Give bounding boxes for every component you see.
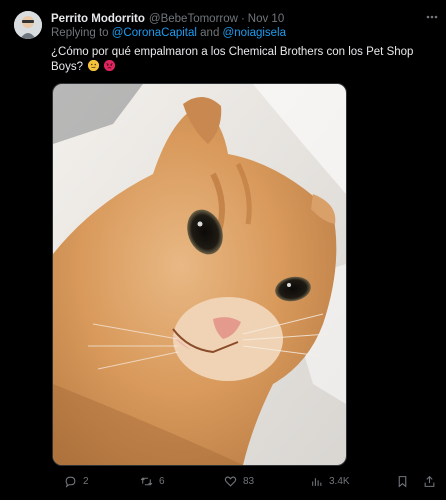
reply-icon — [65, 476, 76, 488]
views-count: 3.4K — [329, 475, 350, 487]
user-handle[interactable]: @BebeTomorrow — [149, 11, 238, 27]
mention-noiagisela[interactable]: @noiagisela — [223, 27, 286, 39]
share-icon — [424, 475, 435, 487]
tweet: Perrito Modorrito @BebeTomorrow · Nov 10… — [0, 0, 446, 500]
tweet-header: Perrito Modorrito @BebeTomorrow · Nov 10 — [51, 10, 436, 28]
avatar[interactable] — [14, 11, 42, 39]
views-button[interactable]: 3.4K — [310, 472, 350, 490]
replying-to-and: and — [200, 27, 220, 39]
views-chart-icon — [312, 477, 322, 486]
angry-face-icon — [104, 60, 116, 71]
share-button[interactable] — [423, 472, 436, 490]
action-bar: 2 6 83 3.4K — [52, 472, 435, 490]
display-name[interactable]: Perrito Modorrito — [51, 11, 145, 27]
like-count: 83 — [243, 475, 255, 487]
mention-coronacapital[interactable]: @CoronaCapital — [112, 27, 197, 39]
retweet-button[interactable]: 6 — [140, 472, 165, 490]
thinking-face-icon — [88, 60, 100, 71]
bookmark-button[interactable] — [396, 472, 409, 490]
replying-to: Replying to @CoronaCapital and @noiagise… — [51, 27, 286, 39]
tweet-photo[interactable] — [52, 83, 347, 466]
separator-dot: · — [240, 13, 245, 25]
bookmark-icon — [398, 475, 407, 488]
heart-icon — [224, 476, 237, 487]
reply-button[interactable]: 2 — [64, 472, 89, 490]
retweet-icon — [140, 476, 153, 486]
more-options-icon[interactable] — [426, 10, 438, 24]
like-button[interactable]: 83 — [224, 472, 254, 490]
tweet-text: ¿Cómo por qué empalmaron a los Chemical … — [51, 45, 431, 75]
reply-count: 2 — [83, 475, 89, 487]
retweet-count: 6 — [159, 475, 165, 487]
tweet-date[interactable]: Nov 10 — [248, 11, 284, 27]
replying-to-label: Replying to — [51, 27, 109, 39]
cat-photo — [53, 84, 346, 465]
